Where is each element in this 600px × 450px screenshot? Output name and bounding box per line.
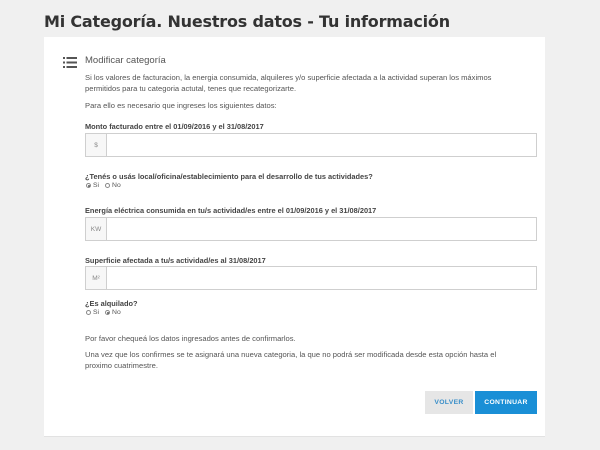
intro-text-line1: Si los valores de facturacion, la energi… [85, 73, 492, 82]
monto-field: $ [85, 133, 537, 157]
notice-check-data: Por favor chequeá los datos ingresados a… [85, 334, 296, 343]
superficie-label: Superficie afectada a tu/s actividad/es … [85, 256, 266, 265]
local-radio-no[interactable]: No [105, 182, 121, 189]
alquilado-question-label: ¿Es alquilado? [85, 299, 138, 308]
intro-text-line3: Para ello es necesario que ingreses los … [85, 101, 277, 110]
energia-field: KW [85, 217, 537, 241]
radio-selected-icon [86, 183, 91, 188]
radio-unselected-icon [86, 310, 91, 315]
alquilado-radio-no-label: No [112, 309, 121, 316]
continue-button[interactable]: CONTINUAR [475, 391, 537, 414]
local-radio-si[interactable]: Si [86, 182, 99, 189]
back-button[interactable]: VOLVER [425, 391, 473, 414]
monto-label: Monto facturado entre el 01/09/2016 y el… [85, 122, 264, 131]
alquilado-radio-si-label: Si [93, 309, 100, 316]
superficie-field: M² [85, 266, 537, 290]
radio-unselected-icon [105, 183, 111, 188]
monto-input[interactable] [107, 134, 536, 156]
local-radio-no-label: No [112, 182, 121, 189]
intro-text-line2: permitidos para tu categoria actutal, te… [85, 84, 297, 93]
alquilado-radio-group: Si No [86, 309, 127, 316]
currency-addon: $ [86, 134, 107, 156]
notice-category-line2: proximo cuatrimestre. [85, 361, 159, 370]
form-card: Modificar categoría Si los valores de fa… [44, 37, 545, 437]
radio-selected-icon [105, 310, 111, 315]
local-radio-group: Si No [86, 182, 127, 189]
kw-addon: KW [86, 218, 107, 240]
m2-addon: M² [86, 267, 107, 289]
local-radio-si-label: Si [93, 182, 100, 189]
page-title: Mi Categoría. Nuestros datos - Tu inform… [44, 12, 450, 31]
notice-category-line1: Una vez que los confirmes se te asignará… [85, 350, 497, 359]
alquilado-radio-no[interactable]: No [105, 309, 121, 316]
superficie-input[interactable] [107, 267, 536, 289]
energia-input[interactable] [107, 218, 536, 240]
energia-label: Energía eléctrica consumida en tu/s acti… [85, 206, 377, 215]
list-icon [63, 57, 77, 68]
alquilado-radio-si[interactable]: Si [86, 309, 99, 316]
section-title: Modificar categoría [85, 55, 166, 66]
local-question-label: ¿Tenés o usás local/oficina/establecimie… [85, 172, 373, 181]
